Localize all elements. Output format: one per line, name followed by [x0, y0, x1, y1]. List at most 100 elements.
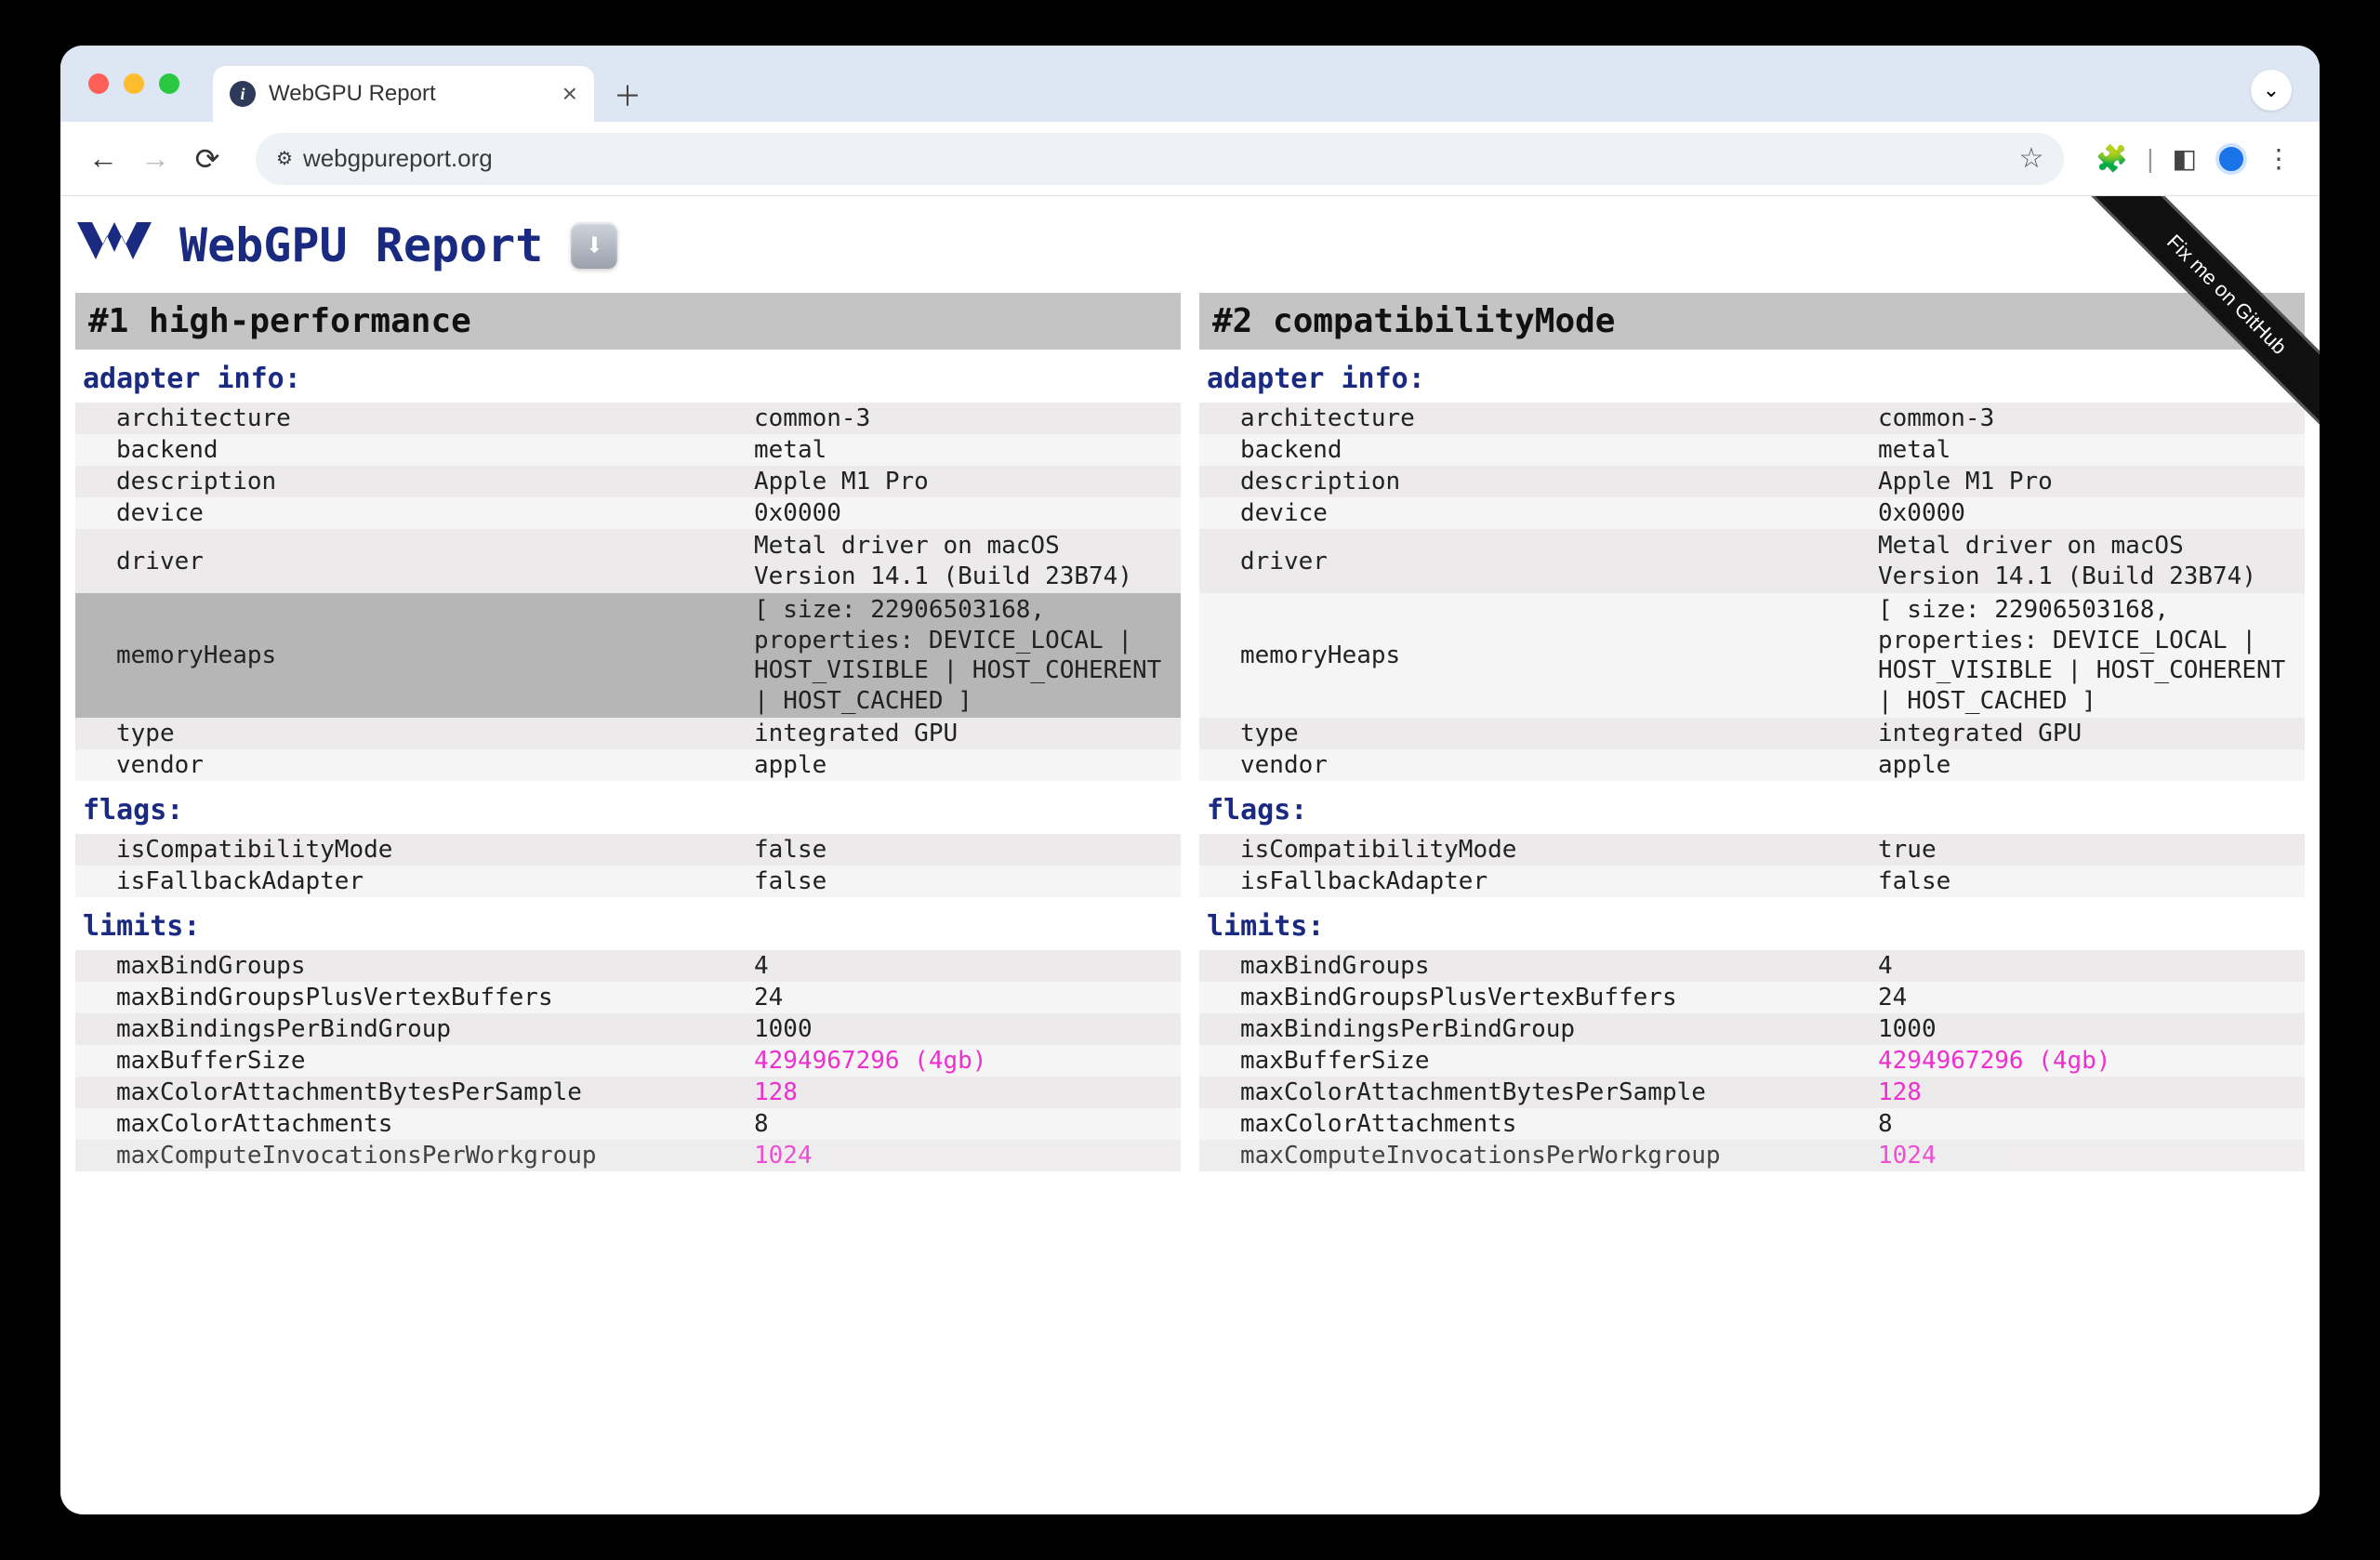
- info-value: 4: [754, 950, 1181, 982]
- info-key: isCompatibilityMode: [1199, 834, 1878, 866]
- info-row: driverMetal driver on macOS Version 14.1…: [1199, 529, 2305, 593]
- info-value: common-3: [1878, 403, 2305, 434]
- info-value: common-3: [754, 403, 1181, 434]
- maximize-window-button[interactable]: [159, 73, 179, 94]
- reload-button[interactable]: ⟳: [191, 141, 224, 177]
- profile-avatar[interactable]: [2215, 143, 2247, 175]
- info-key: architecture: [1199, 403, 1878, 434]
- info-key: maxColorAttachments: [75, 1108, 754, 1140]
- info-row: maxBindingsPerBindGroup1000: [75, 1013, 1181, 1045]
- info-row: maxBindingsPerBindGroup1000: [1199, 1013, 2305, 1045]
- info-value: 0x0000: [1878, 497, 2305, 529]
- page-content: Fix me on GitHub WebGPU Report ⬇ #1 high…: [60, 196, 2320, 1514]
- info-value: metal: [1878, 434, 2305, 466]
- info-key: maxColorAttachmentBytesPerSample: [1199, 1077, 1878, 1108]
- info-key: driver: [1199, 546, 1878, 577]
- info-row: isCompatibilityModetrue: [1199, 834, 2305, 866]
- info-value: 128: [1878, 1077, 2305, 1108]
- section-heading: flags:: [1199, 781, 2305, 834]
- info-row: isFallbackAdapterfalse: [1199, 866, 2305, 897]
- close-window-button[interactable]: [88, 73, 109, 94]
- browser-tab[interactable]: i WebGPU Report ×: [213, 66, 594, 122]
- info-row: backendmetal: [1199, 434, 2305, 466]
- tab-title: WebGPU Report: [269, 81, 436, 107]
- info-value: 1000: [754, 1013, 1181, 1045]
- info-value: 128: [754, 1077, 1181, 1108]
- info-value: 8: [754, 1108, 1181, 1140]
- info-key: maxBindGroups: [1199, 950, 1878, 982]
- info-row: isFallbackAdapterfalse: [75, 866, 1181, 897]
- info-value: Apple M1 Pro: [1878, 466, 2305, 497]
- info-value: apple: [754, 749, 1181, 781]
- info-key: type: [75, 718, 754, 749]
- side-panel-icon[interactable]: ◧: [2173, 143, 2197, 174]
- window-controls: [88, 73, 179, 94]
- info-row: maxComputeInvocationsPerWorkgroup1024: [1199, 1140, 2305, 1171]
- info-value: 24: [1878, 982, 2305, 1013]
- info-row: maxBindGroups4: [1199, 950, 2305, 982]
- info-value: [ size: 22906503168, properties: DEVICE_…: [1878, 593, 2305, 718]
- info-key: maxComputeInvocationsPerWorkgroup: [75, 1140, 754, 1171]
- info-key: type: [1199, 718, 1878, 749]
- info-row: maxColorAttachmentBytesPerSample128: [1199, 1077, 2305, 1108]
- page-title: WebGPU Report ⬇: [77, 218, 2310, 272]
- info-value: false: [1878, 866, 2305, 897]
- tab-overflow-button[interactable]: ⌄: [2251, 70, 2292, 111]
- browser-window: i WebGPU Report × ＋ ⌄ ← → ⟳ ⚙ webgpurepo…: [60, 46, 2320, 1514]
- info-row: maxBufferSize4294967296 (4gb): [75, 1045, 1181, 1077]
- section-heading: limits:: [1199, 897, 2305, 950]
- info-key: maxBindingsPerBindGroup: [75, 1013, 754, 1045]
- address-bar[interactable]: ⚙ webgpureport.org ☆: [256, 133, 2064, 185]
- forward-button[interactable]: →: [139, 141, 172, 176]
- info-value: integrated GPU: [754, 718, 1181, 749]
- info-key: maxColorAttachments: [1199, 1108, 1878, 1140]
- info-value: apple: [1878, 749, 2305, 781]
- info-row: architecturecommon-3: [75, 403, 1181, 434]
- info-row: maxColorAttachmentBytesPerSample128: [75, 1077, 1181, 1108]
- info-value: 8: [1878, 1108, 2305, 1140]
- info-value: Apple M1 Pro: [754, 466, 1181, 497]
- url-text: webgpureport.org: [303, 144, 493, 173]
- info-value: 4: [1878, 950, 2305, 982]
- section-rows: architecturecommon-3backendmetaldescript…: [75, 403, 1181, 781]
- info-key: maxBindGroups: [75, 950, 754, 982]
- minimize-window-button[interactable]: [124, 73, 144, 94]
- new-tab-button[interactable]: ＋: [605, 72, 650, 116]
- site-settings-icon[interactable]: ⚙: [276, 147, 288, 170]
- info-value: integrated GPU: [1878, 718, 2305, 749]
- info-value: Metal driver on macOS Version 14.1 (Buil…: [1878, 529, 2305, 593]
- extensions-icon[interactable]: 🧩: [2096, 143, 2128, 174]
- section-heading: flags:: [75, 781, 1181, 834]
- browser-toolbar: ← → ⟳ ⚙ webgpureport.org ☆ 🧩 | ◧ ⋮: [60, 122, 2320, 196]
- panel-p1: #1 high-performanceadapter info:architec…: [75, 293, 1181, 1171]
- back-button[interactable]: ←: [86, 141, 120, 176]
- info-row: descriptionApple M1 Pro: [1199, 466, 2305, 497]
- info-key: description: [75, 466, 754, 497]
- info-value: false: [754, 866, 1181, 897]
- bookmark-star-icon[interactable]: ☆: [2018, 142, 2043, 175]
- info-key: memoryHeaps: [75, 640, 754, 671]
- info-row: vendorapple: [1199, 749, 2305, 781]
- info-key: maxColorAttachmentBytesPerSample: [75, 1077, 754, 1108]
- info-row: maxBindGroupsPlusVertexBuffers24: [75, 982, 1181, 1013]
- favicon-icon: i: [230, 81, 256, 107]
- download-button[interactable]: ⬇: [571, 222, 617, 269]
- section-rows: architecturecommon-3backendmetaldescript…: [1199, 403, 2305, 781]
- section-heading: adapter info:: [1199, 350, 2305, 403]
- info-value: false: [754, 834, 1181, 866]
- info-row: typeintegrated GPU: [75, 718, 1181, 749]
- info-key: maxBindGroupsPlusVertexBuffers: [1199, 982, 1878, 1013]
- info-row: maxBindGroupsPlusVertexBuffers24: [1199, 982, 2305, 1013]
- info-key: backend: [1199, 434, 1878, 466]
- info-row: typeintegrated GPU: [1199, 718, 2305, 749]
- section-rows: isCompatibilityModetrueisFallbackAdapter…: [1199, 834, 2305, 897]
- info-row: descriptionApple M1 Pro: [75, 466, 1181, 497]
- info-value: 4294967296 (4gb): [754, 1045, 1181, 1077]
- info-key: backend: [75, 434, 754, 466]
- info-key: vendor: [75, 749, 754, 781]
- info-key: maxBufferSize: [75, 1045, 754, 1077]
- browser-menu-button[interactable]: ⋮: [2266, 143, 2294, 174]
- info-key: driver: [75, 546, 754, 577]
- close-tab-button[interactable]: ×: [562, 79, 577, 109]
- info-row: backendmetal: [75, 434, 1181, 466]
